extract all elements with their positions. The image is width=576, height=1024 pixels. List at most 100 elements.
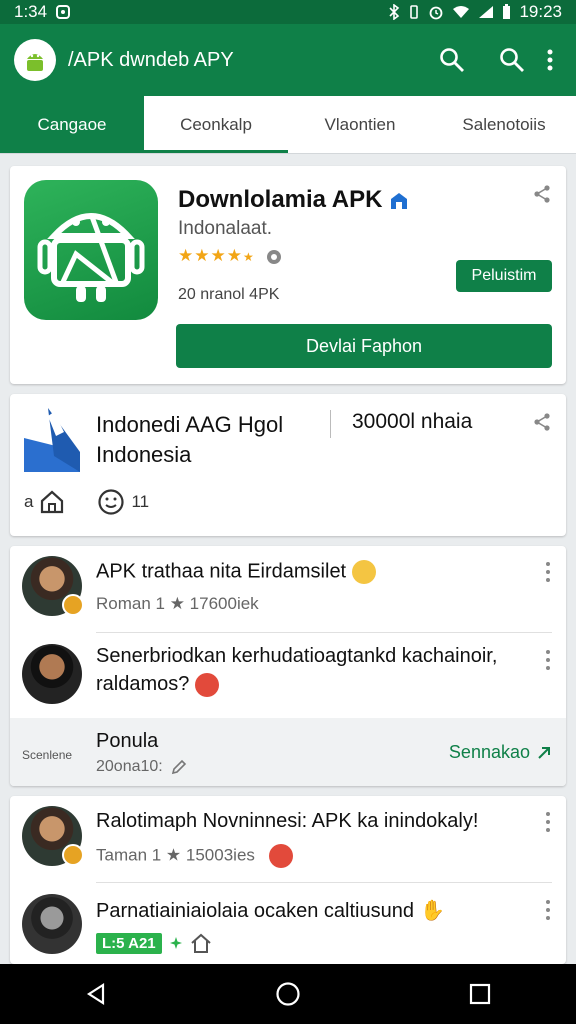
footer-count: 11 xyxy=(131,492,150,511)
popular-section: Scenlene Ponula 20ona10: Sennakao xyxy=(10,718,566,786)
tab-4[interactable]: Salenotoiis xyxy=(432,96,576,153)
featured-app-card[interactable]: Downlolamia APK Indonalaat. ★★★★★ 20 nra… xyxy=(10,166,566,384)
list-item-title-text: APK trathaa nita Eirdamsilet xyxy=(96,560,347,583)
smiley-icon[interactable] xyxy=(97,488,125,516)
app-title: /APK dwndeb APY xyxy=(68,48,234,71)
back-icon xyxy=(86,982,105,1006)
list-item-title: APK trathaa nita Eirdamsilet xyxy=(96,560,526,584)
list-item[interactable]: Ralotimaph Novninnesi: APK ka inindokaly… xyxy=(10,796,566,882)
grimace-emoji-icon xyxy=(268,844,293,868)
app-name-text: Downlolamia APK xyxy=(178,186,383,213)
smile-emoji-icon xyxy=(352,560,377,584)
list-item-title-text: Parnatiainiaiolaia ocaken caltiusund xyxy=(96,900,414,922)
status-time-right: 19:23 xyxy=(519,2,562,21)
tab-1[interactable]: Cangaoe xyxy=(0,96,144,153)
section-subtitle: 20ona10: xyxy=(96,758,187,776)
app-icon xyxy=(24,180,158,320)
android-logo-icon[interactable] xyxy=(14,39,56,81)
store-icon xyxy=(391,192,408,209)
home-button[interactable] xyxy=(258,972,318,1016)
wifi-icon xyxy=(453,6,470,18)
divider xyxy=(96,882,552,883)
home-icon[interactable] xyxy=(39,489,65,515)
notification-icon xyxy=(56,5,71,19)
status-bar: 1:34 19:23 xyxy=(0,0,576,24)
more-vert-icon xyxy=(547,49,553,71)
divider xyxy=(96,632,552,633)
signal-icon xyxy=(479,6,494,18)
footer-letter: a xyxy=(24,492,34,511)
tab-3[interactable]: Vlaontien xyxy=(288,96,432,153)
list-item[interactable]: Parnatiainiaiolaia ocaken caltiusund ✋ L:… xyxy=(10,884,566,970)
user-badge-icon xyxy=(62,844,84,866)
app-size: 20 nranol 4PK xyxy=(178,286,280,303)
list-item-title: Senerbriodkan kerhudatioagtankd kachaino… xyxy=(96,642,526,698)
globe-icon xyxy=(267,249,282,264)
app-name: Downlolamia APK xyxy=(178,186,409,214)
review-list-card-2: Ralotimaph Novninnesi: APK ka inindokaly… xyxy=(10,796,566,964)
home-circle-icon xyxy=(276,982,300,1006)
search-icon xyxy=(500,48,524,72)
list-item[interactable]: APK trathaa nita Eirdamsilet Roman 1 ★ 1… xyxy=(10,546,566,632)
app-developer: Indonalaat. xyxy=(178,218,273,239)
download-count: 30000l nhaia xyxy=(352,410,473,433)
download-button[interactable]: Devlai Faphon xyxy=(176,324,552,368)
list-item-subtitle-text: Taman 1 ★ 15003ies xyxy=(96,845,255,865)
rating-stars: ★★★★★ xyxy=(178,246,282,266)
secondary-action-button[interactable]: Peluistim xyxy=(456,260,552,292)
vibrate-icon xyxy=(410,5,419,19)
section-title: Ponula xyxy=(96,730,159,752)
tab-bar: Cangaoe Ceonkalp Vlaontien Salenotoiis xyxy=(0,96,576,154)
share-icon[interactable] xyxy=(532,184,552,204)
status-time-left: 1:34 xyxy=(14,2,48,21)
bluetooth-icon xyxy=(389,4,400,20)
more-options-icon[interactable] xyxy=(540,560,556,584)
grimace-emoji-icon xyxy=(195,672,220,697)
list-item-subtitle: Taman 1 ★ 15003ies xyxy=(96,844,293,868)
battery-icon xyxy=(503,4,511,19)
tab-2[interactable]: Ceonkalp xyxy=(144,96,288,153)
android-robot-icon xyxy=(37,213,145,302)
system-navigation-bar xyxy=(0,964,576,1024)
alarm-icon xyxy=(430,6,443,20)
app-logo-icon xyxy=(24,408,80,472)
list-item-tags: L:5 A21 xyxy=(96,932,212,954)
more-options-icon[interactable] xyxy=(540,648,556,672)
section-label: Scenlene xyxy=(22,748,73,762)
section-subtitle-text: 20ona10: xyxy=(96,758,163,775)
list-item-title: Ralotimaph Novninnesi: APK ka inindokaly… xyxy=(96,810,479,832)
edit-icon[interactable] xyxy=(171,759,187,775)
stars-text: ★★★★ xyxy=(178,246,243,265)
app-bar: /APK dwndeb APY xyxy=(0,24,576,96)
review-list-card: APK trathaa nita Eirdamsilet Roman 1 ★ 1… xyxy=(10,546,566,786)
list-item-subtitle: Roman 1 ★ 17600iek xyxy=(96,594,259,613)
app-info-footer: a 11 xyxy=(24,488,149,516)
avatar xyxy=(22,644,82,704)
recents-icon xyxy=(469,983,491,1005)
see-more-link[interactable]: Sennakao xyxy=(449,742,552,763)
back-button[interactable] xyxy=(66,972,126,1016)
app-info-title: Indonedi AAG Hgol Indonesia xyxy=(96,412,284,467)
star-icon xyxy=(169,937,182,949)
share-icon[interactable] xyxy=(532,412,552,432)
version-tag: L:5 A21 xyxy=(96,932,162,954)
list-item[interactable]: Senerbriodkan kerhudatioagtankd kachaino… xyxy=(10,634,566,720)
app-info-card[interactable]: Indonedi AAG Hgol Indonesia 30000l nhaia… xyxy=(10,394,566,536)
arrow-icon xyxy=(538,746,550,759)
vertical-divider xyxy=(330,410,331,438)
overflow-menu-button[interactable] xyxy=(538,38,562,82)
praying-hands-icon: ✋ xyxy=(420,900,445,922)
recents-button[interactable] xyxy=(450,972,510,1016)
half-star-icon: ★ xyxy=(242,250,255,264)
see-more-text: Sennakao xyxy=(448,742,530,762)
user-badge-icon xyxy=(62,594,84,616)
more-options-icon[interactable] xyxy=(540,810,556,834)
list-item-title-text: Senerbriodkan kerhudatioagtankd kachaino… xyxy=(96,645,498,695)
list-item-title: Parnatiainiaiolaia ocaken caltiusund ✋ xyxy=(96,898,526,923)
search-icon xyxy=(440,48,464,72)
home-icon[interactable] xyxy=(190,932,212,954)
search-button[interactable] xyxy=(430,38,474,82)
avatar xyxy=(22,894,82,954)
search-button-secondary[interactable] xyxy=(490,38,534,82)
more-options-icon[interactable] xyxy=(540,898,556,922)
